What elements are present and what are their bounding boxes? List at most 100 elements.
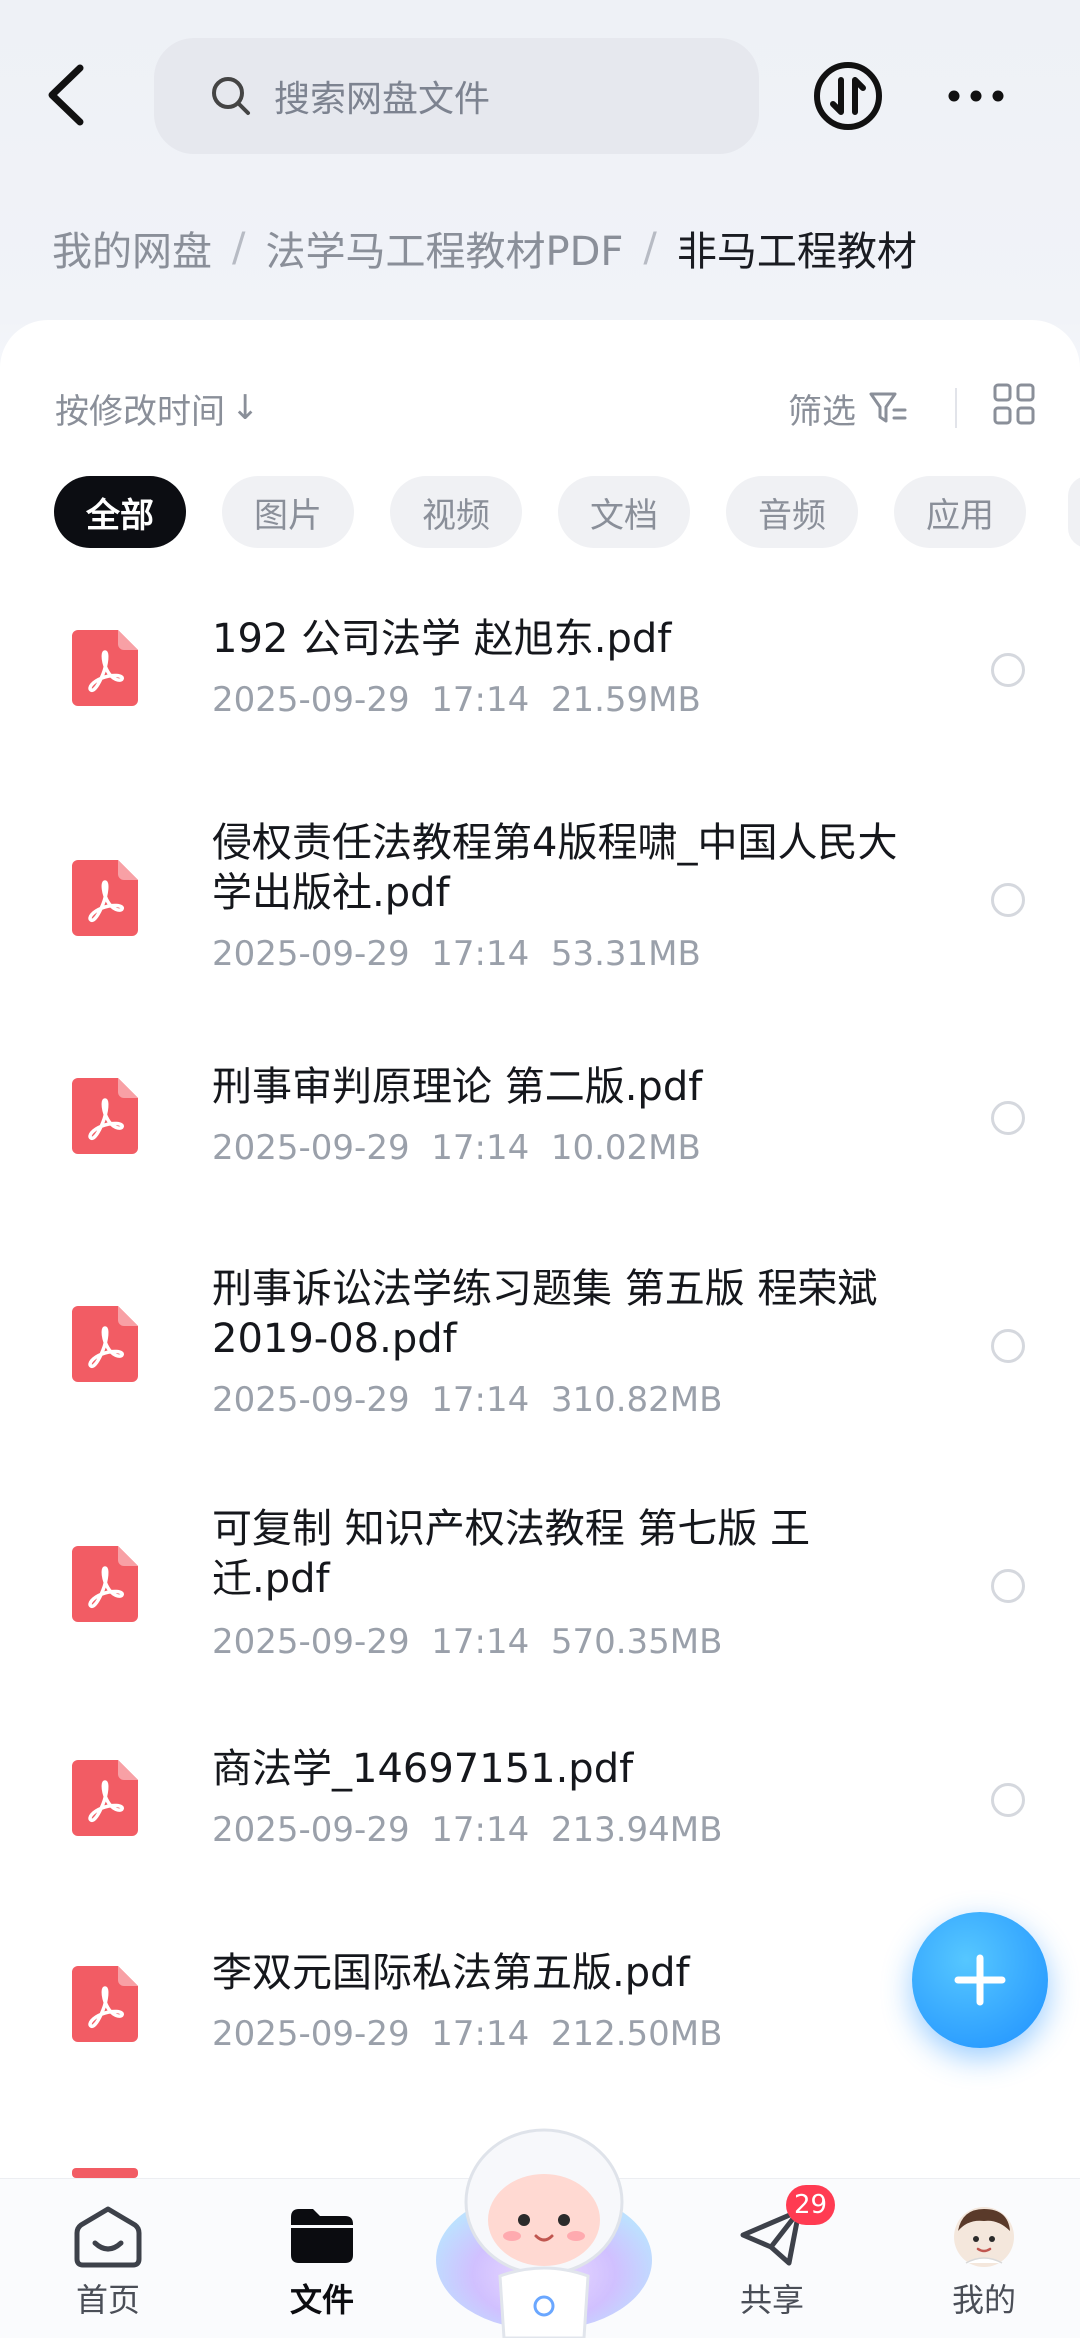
select-radio[interactable] xyxy=(991,1783,1025,1817)
file-time: 17:14 xyxy=(431,934,530,974)
plus-icon xyxy=(954,1954,1006,2006)
category-chips: 全部 图片 视频 文档 音频 应用 xyxy=(54,476,1026,548)
sort-control[interactable]: 按修改时间 ↓ xyxy=(55,378,260,438)
file-name: 李双元国际私法第五版.pdf xyxy=(212,1950,690,1996)
nav-files[interactable]: 文件 xyxy=(242,2179,402,2338)
grid-view-button[interactable] xyxy=(992,382,1036,426)
file-size: 21.59MB xyxy=(550,680,701,720)
mascot-assistant-icon[interactable] xyxy=(434,2120,654,2338)
file-time: 17:14 xyxy=(431,1622,530,1662)
add-button[interactable] xyxy=(912,1912,1048,2048)
chip-overflow[interactable] xyxy=(1068,476,1080,548)
grid-icon xyxy=(993,383,1035,425)
chip-audio[interactable]: 音频 xyxy=(726,476,858,548)
file-meta: 2025-09-29 17:14 10.02MB xyxy=(212,1128,701,1168)
file-meta: 2025-09-29 17:14 310.82MB xyxy=(212,1380,722,1420)
back-button[interactable] xyxy=(40,60,96,130)
chevron-left-icon xyxy=(48,64,84,126)
pdf-file-icon xyxy=(72,630,138,706)
select-radio[interactable] xyxy=(991,1101,1025,1135)
file-time: 17:14 xyxy=(431,2014,530,2054)
nav-me[interactable]: 我的 xyxy=(904,2179,1064,2338)
breadcrumb-root[interactable]: 我的网盘 xyxy=(52,219,212,277)
file-time: 17:14 xyxy=(431,1810,530,1850)
chip-documents[interactable]: 文档 xyxy=(558,476,690,548)
sort-label: 按修改时间 xyxy=(55,391,225,432)
file-size: 570.35MB xyxy=(550,1622,723,1662)
file-row[interactable]: 侵权责任法教程第4版程啸_中国人民大学出版社.pdf 2025-09-29 17… xyxy=(0,810,1080,990)
chip-videos[interactable]: 视频 xyxy=(390,476,522,548)
search-input[interactable]: 搜索网盘文件 xyxy=(154,38,759,154)
file-date: 2025-09-29 xyxy=(212,934,410,974)
file-meta: 2025-09-29 17:14 213.94MB xyxy=(212,1810,722,1850)
file-name: 侵权责任法教程第4版程啸_中国人民大学出版社.pdf xyxy=(212,820,898,916)
folder-icon xyxy=(291,2209,353,2263)
file-date: 2025-09-29 xyxy=(212,1810,410,1850)
file-name: 刑事诉讼法学练习题集 第五版 程荣斌 2019-08.pdf xyxy=(212,1266,878,1362)
file-date: 2025-09-29 xyxy=(212,2014,410,2054)
breadcrumb-current: 非马工程教材 xyxy=(676,229,917,275)
file-name: 商法学_14697151.pdf xyxy=(212,1746,634,1792)
filter-icon xyxy=(869,392,907,423)
breadcrumb-separator: / xyxy=(232,225,246,271)
file-meta: 2025-09-29 17:14 53.31MB xyxy=(212,934,701,974)
avatar xyxy=(954,2207,1014,2267)
pdf-file-icon xyxy=(72,1546,138,1622)
share-badge: 29 xyxy=(786,2185,836,2225)
chip-all[interactable]: 全部 xyxy=(54,476,186,548)
pdf-file-icon xyxy=(72,860,138,936)
pdf-file-icon-partial xyxy=(72,2168,138,2178)
file-row[interactable]: 刑事审判原理论 第二版.pdf 2025-09-29 17:14 10.02MB xyxy=(0,1050,1080,1200)
pdf-file-icon xyxy=(72,1078,138,1154)
chip-images[interactable]: 图片 xyxy=(222,476,354,548)
file-row[interactable]: 可复制 知识产权法教程 第七版 王迁.pdf 2025-09-29 17:14 … xyxy=(0,1490,1080,1670)
file-name: 可复制 知识产权法教程 第七版 王迁.pdf xyxy=(212,1506,811,1602)
nav-share[interactable]: 29 共享 xyxy=(692,2179,852,2338)
select-radio[interactable] xyxy=(991,1569,1025,1603)
top-bar: 搜索网盘文件 xyxy=(0,0,1080,180)
file-row[interactable]: 刑事诉讼法学练习题集 第五版 程荣斌 2019-08.pdf 2025-09-2… xyxy=(0,1250,1080,1430)
search-placeholder: 搜索网盘文件 xyxy=(274,79,491,120)
transfer-icon xyxy=(814,62,882,130)
nav-files-label: 文件 xyxy=(289,2281,354,2319)
sort-arrow-icon: ↓ xyxy=(231,388,260,428)
breadcrumb-separator: / xyxy=(643,225,657,271)
pdf-file-icon xyxy=(72,1760,138,1836)
file-size: 10.02MB xyxy=(550,1128,701,1168)
nav-home[interactable]: 首页 xyxy=(28,2179,188,2338)
file-time: 17:14 xyxy=(431,680,530,720)
file-name: 刑事审判原理论 第二版.pdf xyxy=(212,1064,703,1110)
file-time: 17:14 xyxy=(431,1128,530,1168)
file-time: 17:14 xyxy=(431,1380,530,1420)
divider xyxy=(955,388,957,428)
file-row[interactable]: 192 公司法学 赵旭东.pdf 2025-09-29 17:14 21.59M… xyxy=(0,600,1080,750)
file-date: 2025-09-29 xyxy=(212,1380,410,1420)
file-size: 212.50MB xyxy=(550,2014,723,2054)
file-meta: 2025-09-29 17:14 21.59MB xyxy=(212,680,701,720)
filter-label: 筛选 xyxy=(788,391,856,432)
select-radio[interactable] xyxy=(991,653,1025,687)
file-date: 2025-09-29 xyxy=(212,1128,410,1168)
file-name: 192 公司法学 赵旭东.pdf xyxy=(212,616,672,662)
file-meta: 2025-09-29 17:14 212.50MB xyxy=(212,2014,722,2054)
file-size: 213.94MB xyxy=(550,1810,723,1850)
chip-apps[interactable]: 应用 xyxy=(894,476,1026,548)
more-icon xyxy=(948,90,1004,102)
breadcrumb-parent[interactable]: 法学马工程教材PDF xyxy=(265,219,623,277)
nav-home-label: 首页 xyxy=(75,2281,140,2319)
file-row[interactable]: 商法学_14697151.pdf 2025-09-29 17:14 213.94… xyxy=(0,1730,1080,1880)
transfer-button[interactable] xyxy=(812,60,884,132)
search-icon xyxy=(212,77,250,115)
select-radio[interactable] xyxy=(991,883,1025,917)
filter-button[interactable]: 筛选 xyxy=(788,378,908,438)
nav-share-label: 共享 xyxy=(739,2281,804,2319)
file-meta: 2025-09-29 17:14 570.35MB xyxy=(212,1622,722,1662)
file-size: 310.82MB xyxy=(550,1380,723,1420)
breadcrumb: 我的网盘 / 法学马工程教材PDF / 非马工程教材 xyxy=(52,218,917,278)
file-size: 53.31MB xyxy=(550,934,701,974)
select-radio[interactable] xyxy=(991,1329,1025,1363)
nav-me-label: 我的 xyxy=(951,2281,1016,2319)
more-options-button[interactable] xyxy=(940,64,1012,128)
file-date: 2025-09-29 xyxy=(212,680,410,720)
home-face-icon xyxy=(74,2206,142,2268)
